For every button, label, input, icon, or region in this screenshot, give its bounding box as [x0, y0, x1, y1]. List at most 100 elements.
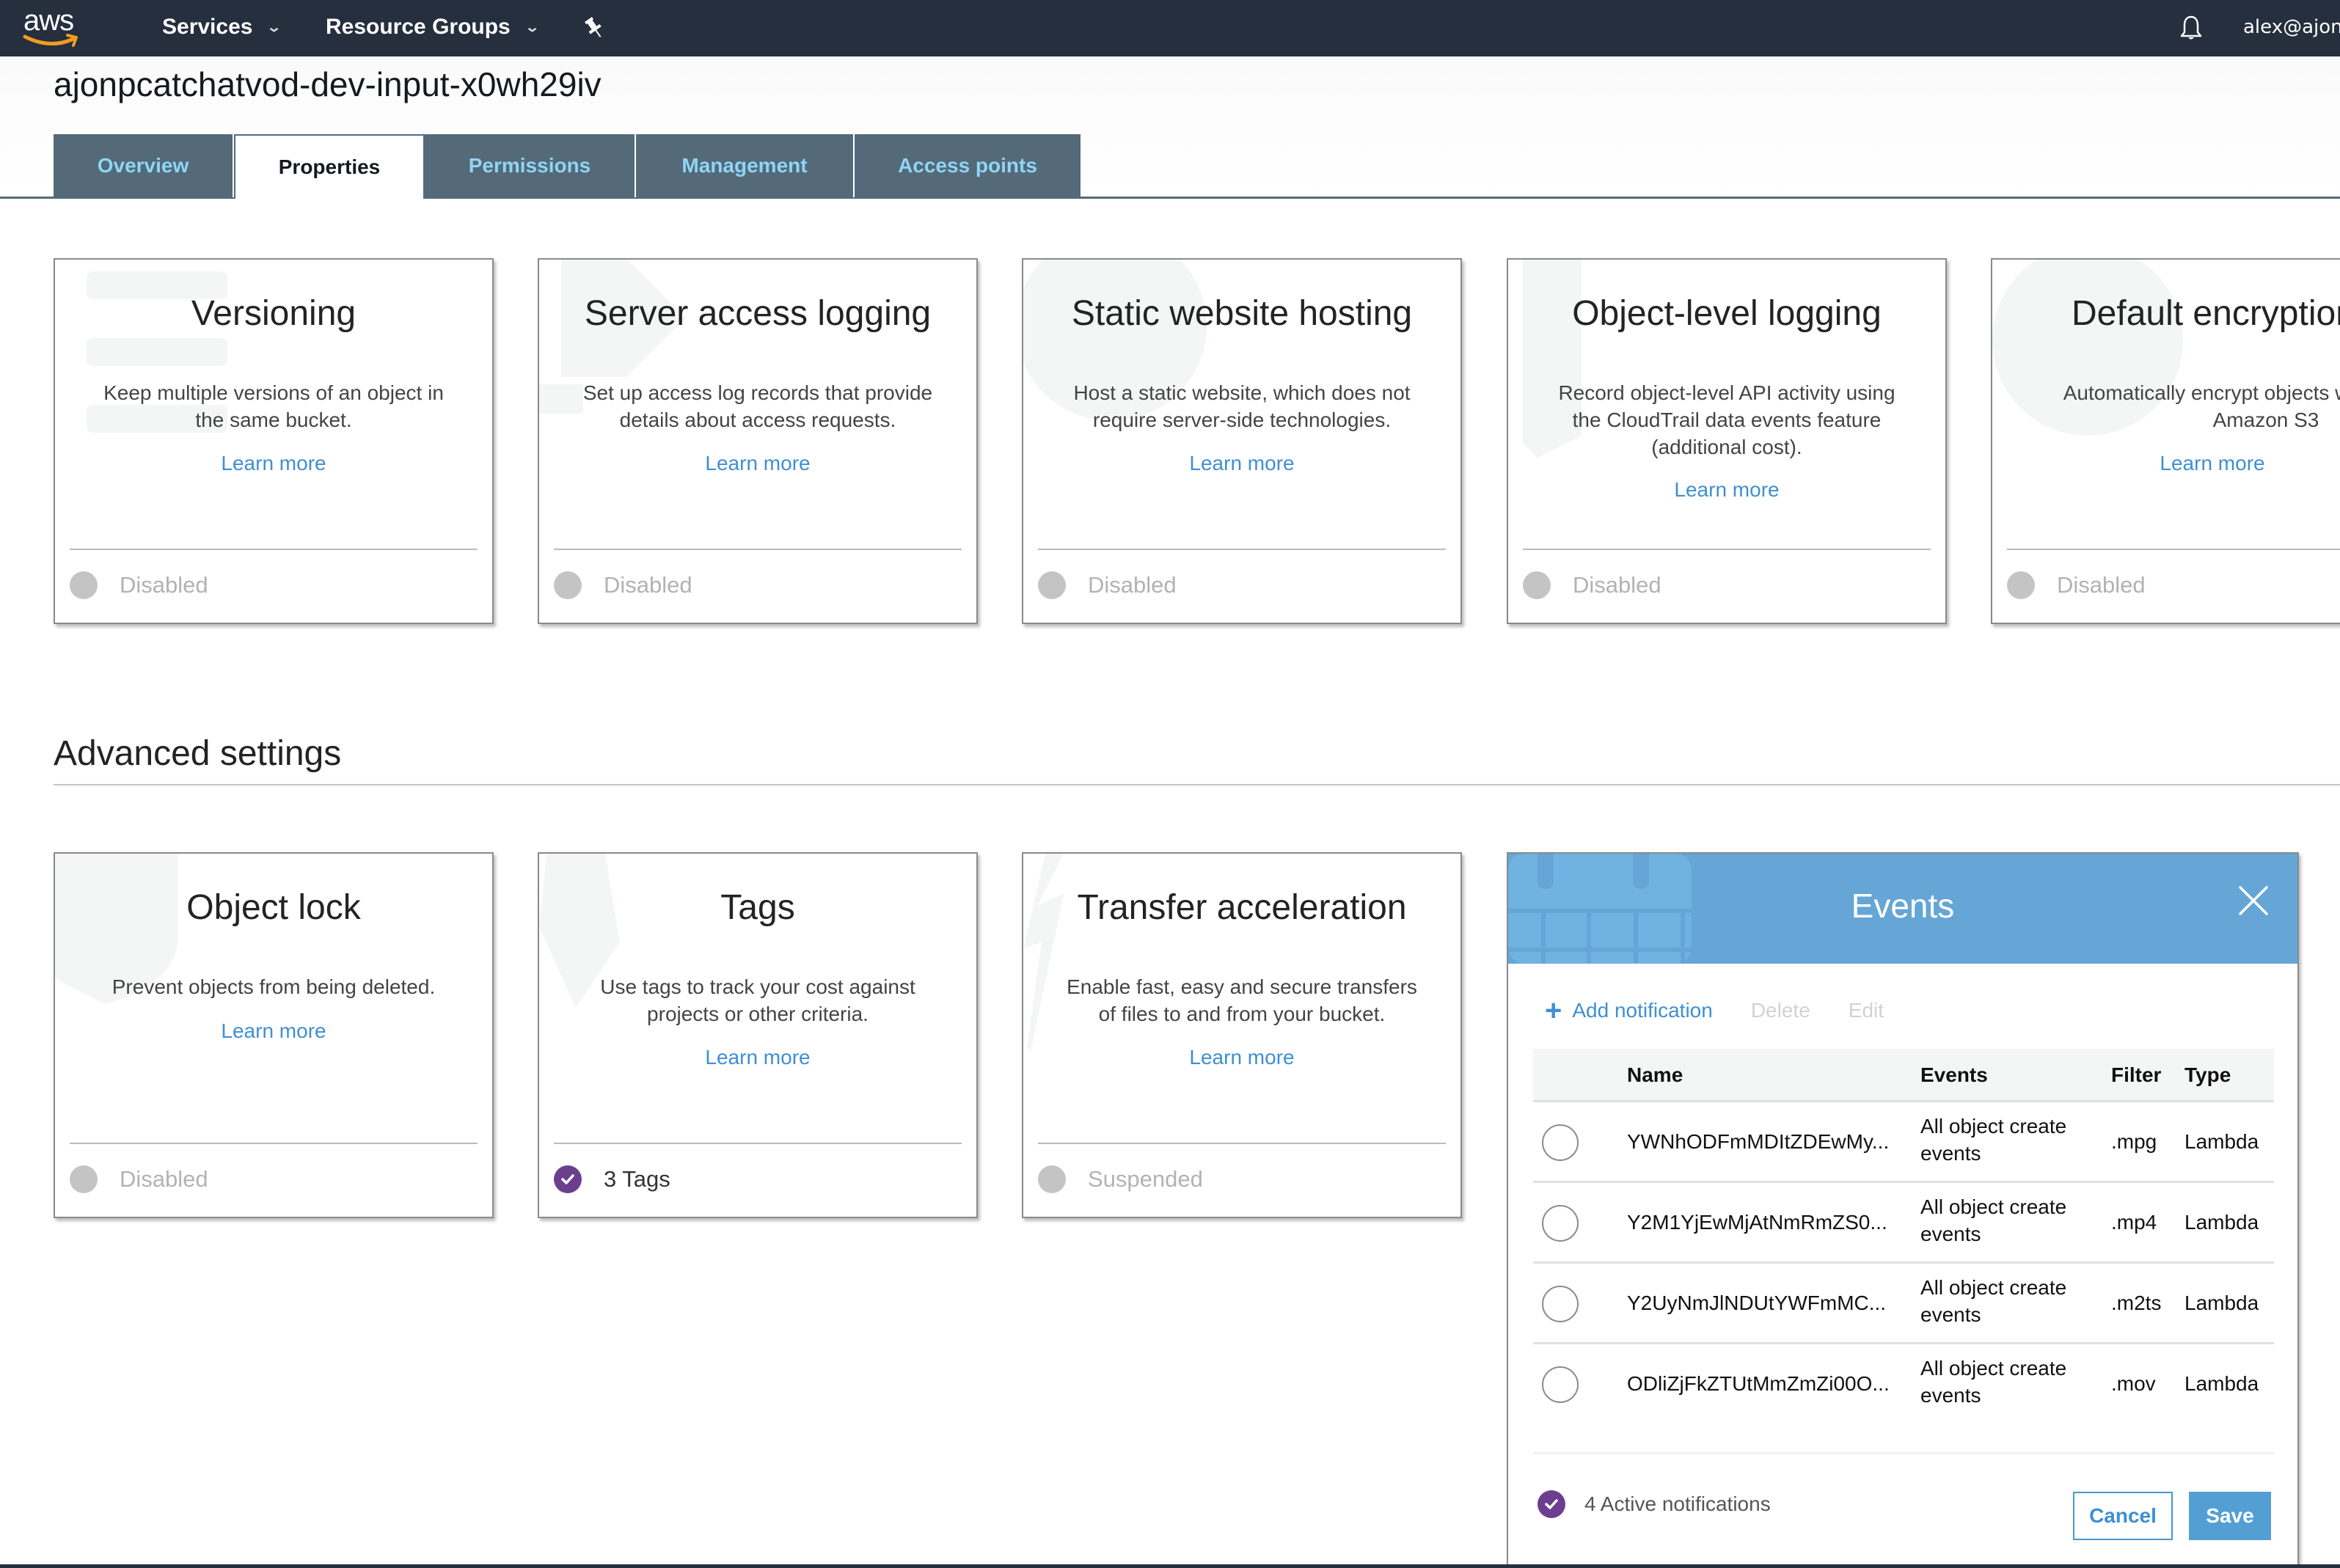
learn-more-link[interactable]: Learn more: [55, 1019, 492, 1043]
amazon-smile-icon: [23, 34, 78, 47]
active-notifications-label: 4 Active notifications: [1584, 1492, 1771, 1515]
transfer-acceleration-card[interactable]: Transfer acceleration Enable fast, easy …: [1022, 852, 1462, 1218]
events-toolbar: + Add notification Delete Edit: [1545, 996, 1884, 1025]
services-label: Services: [162, 15, 253, 39]
card-title: Server access logging: [584, 294, 932, 333]
notification-filter: .m2ts: [2111, 1292, 2162, 1314]
events-header: Events: [1508, 854, 2297, 964]
static-website-hosting-card[interactable]: Static website hosting Host a static web…: [1022, 258, 1462, 624]
versioning-watermark-icon: [87, 271, 227, 433]
card-description: Prevent objects from being deleted.: [111, 975, 436, 998]
close-icon[interactable]: [2236, 883, 2271, 918]
card-divider: [554, 1143, 962, 1144]
delete-button[interactable]: Delete: [1751, 999, 1810, 1022]
notification-events: All object create events: [1920, 1195, 2067, 1245]
status-disabled-icon: [1038, 571, 1066, 599]
status-label: Disabled: [1088, 572, 1177, 598]
status-label: Disabled: [1573, 572, 1661, 598]
tags-card[interactable]: Tags Use tags to track your cost against…: [538, 852, 978, 1218]
notification-type: Lambda: [2184, 1372, 2259, 1395]
card-title: Static website hosting: [1071, 294, 1413, 333]
notification-name: Y2UyNmJlNDUtYWFmMC...: [1627, 1292, 1887, 1314]
lightning-watermark-icon: [1023, 854, 1064, 1052]
column-header-name[interactable]: Name: [1627, 1063, 1683, 1087]
tab-access-points[interactable]: Access points: [855, 134, 1081, 197]
object-level-logging-card[interactable]: Object-level logging Record object-level…: [1507, 258, 1947, 624]
table-row[interactable]: Y2M1YjEwMjAtNmRmZS0... All object create…: [1533, 1181, 2274, 1261]
row-radio[interactable]: [1542, 1205, 1579, 1242]
card-description: Keep multiple versions of an object in t…: [103, 381, 444, 431]
column-header-events[interactable]: Events: [1920, 1063, 1988, 1087]
tab-permissions[interactable]: Permissions: [425, 134, 636, 197]
row-radio[interactable]: [1542, 1124, 1579, 1161]
active-notifications-status: 4 Active notifications: [1538, 1490, 1771, 1518]
edit-button[interactable]: Edit: [1849, 999, 1884, 1022]
notification-events: All object create events: [1920, 1357, 2067, 1407]
globe-watermark-icon: [1023, 260, 1207, 421]
status-disabled-icon: [1523, 571, 1551, 599]
learn-more-link[interactable]: Learn more: [539, 452, 976, 475]
learn-more-link[interactable]: Learn more: [539, 1046, 976, 1069]
check-circle-icon: [1538, 1490, 1565, 1518]
section-divider: [54, 784, 2340, 785]
bucket-title: ajonpcatchatvod-dev-input-x0wh29iv: [54, 65, 602, 103]
services-menu[interactable]: Services ⌄: [162, 15, 282, 40]
card-description: Record object-level API activity using t…: [1558, 381, 1895, 458]
chevron-down-icon: ⌄: [266, 19, 282, 34]
card-status: Disabled: [554, 571, 692, 599]
versioning-card[interactable]: Versioning Keep multiple versions of an …: [54, 258, 494, 624]
server-access-logging-card[interactable]: Server access logging Set up access log …: [538, 258, 978, 624]
card-divider: [1038, 1143, 1446, 1144]
globe-watermark-icon: [1992, 260, 2183, 436]
notification-type: Lambda: [2184, 1292, 2259, 1314]
add-notification-button[interactable]: + Add notification: [1545, 996, 1713, 1025]
tab-overview[interactable]: Overview: [54, 134, 234, 197]
row-radio[interactable]: [1542, 1286, 1579, 1322]
learn-more-link[interactable]: Learn more: [1992, 452, 2340, 475]
card-divider: [1523, 549, 1931, 550]
status-label: Disabled: [2057, 572, 2146, 598]
notification-events: All object create events: [1920, 1276, 2067, 1326]
bell-icon[interactable]: [2179, 15, 2204, 43]
notification-filter: .mov: [2111, 1372, 2156, 1395]
table-row[interactable]: Y2UyNmJlNDUtYWFmMC... All object create …: [1533, 1261, 2274, 1342]
add-notification-label: Add notification: [1572, 999, 1713, 1022]
cancel-button[interactable]: Cancel: [2073, 1492, 2173, 1540]
learn-more-link[interactable]: Learn more: [1023, 452, 1460, 475]
object-lock-card[interactable]: Object lock Prevent objects from being d…: [54, 852, 494, 1218]
column-header-filter[interactable]: Filter: [2111, 1063, 2161, 1087]
resource-groups-label: Resource Groups: [326, 15, 511, 39]
column-header-type[interactable]: Type: [2184, 1063, 2231, 1087]
card-description: Use tags to track your cost against proj…: [600, 975, 915, 1025]
table-bottom-divider: [1533, 1452, 2274, 1454]
table-row[interactable]: YWNhODFmMDItZDEwMy... All object create …: [1533, 1100, 2274, 1181]
card-title: Versioning: [191, 294, 357, 333]
learn-more-link[interactable]: Learn more: [1508, 478, 1945, 502]
status-label: Disabled: [120, 572, 208, 598]
learn-more-link[interactable]: Learn more: [55, 452, 492, 475]
card-status: Disabled: [70, 571, 208, 599]
notification-name: ODliZjFkZTUtMmZmZi00O...: [1627, 1372, 1890, 1395]
tab-management[interactable]: Management: [636, 134, 855, 197]
save-button[interactable]: Save: [2189, 1492, 2271, 1540]
card-title: Object-level logging: [1572, 294, 1882, 333]
notification-filter: .mp4: [2111, 1211, 2157, 1234]
pin-icon[interactable]: [584, 16, 604, 40]
status-label: Disabled: [604, 572, 692, 598]
resource-groups-menu[interactable]: Resource Groups ⌄: [326, 15, 540, 40]
learn-more-link[interactable]: Learn more: [1023, 1046, 1460, 1069]
table-row[interactable]: ODliZjFkZTUtMmZmZi00O... All object crea…: [1533, 1342, 2274, 1423]
top-nav: aws Services ⌄ Resource Groups ⌄ alex@aj…: [0, 0, 2340, 56]
status-disabled-icon: [2007, 571, 2035, 599]
notification-events: All object create events: [1920, 1115, 2067, 1165]
card-status: Disabled: [1038, 571, 1177, 599]
row-radio[interactable]: [1542, 1366, 1579, 1403]
aws-logo[interactable]: aws: [22, 4, 88, 50]
user-menu[interactable]: alex@ajonp: [2243, 16, 2340, 38]
tab-properties[interactable]: Properties: [234, 134, 425, 199]
tag-watermark-icon: [539, 854, 620, 1008]
card-divider: [1038, 549, 1446, 550]
default-encryption-card[interactable]: Default encryption Automatically encrypt…: [1991, 258, 2340, 624]
card-description: Host a static website, which does not re…: [1073, 381, 1411, 431]
notifications-table: Name Events Filter Type YWNhODFmMDItZDEw…: [1533, 1049, 2274, 1423]
